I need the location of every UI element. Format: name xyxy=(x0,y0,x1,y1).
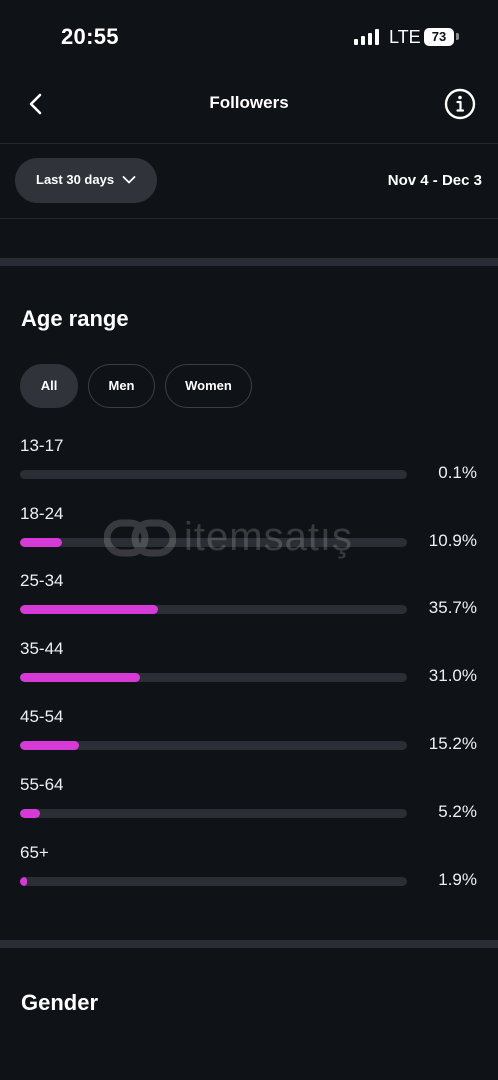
date-range: Nov 4 - Dec 3 xyxy=(387,172,482,189)
battery-icon: 73 xyxy=(424,28,454,46)
bar-fill xyxy=(20,605,159,614)
bar-fill xyxy=(20,673,140,682)
age-label: 13-17 xyxy=(20,436,64,455)
section-divider xyxy=(0,258,498,266)
battery-cap xyxy=(456,33,459,40)
info-button[interactable] xyxy=(443,87,477,121)
followers-insights-screen: 20:55 LTE 73 Followers Last 30 days Nov … xyxy=(0,0,498,1080)
section-divider xyxy=(0,940,498,948)
page-title: Followers xyxy=(209,93,289,112)
bar-fill xyxy=(20,809,41,818)
info-icon xyxy=(444,88,476,120)
chip-men[interactable]: Men xyxy=(88,364,155,408)
age-label: 55-64 xyxy=(20,775,64,794)
bar-track xyxy=(20,877,407,886)
age-label: 65+ xyxy=(20,843,49,862)
age-percent: 5.2% xyxy=(438,802,477,821)
age-label: 18-24 xyxy=(20,504,64,523)
bar-fill xyxy=(20,538,63,547)
network-type: LTE xyxy=(389,27,421,47)
age-row: 65+ 1.9% xyxy=(0,843,498,903)
bar-track xyxy=(20,809,407,818)
bar-track xyxy=(20,741,407,750)
chip-all[interactable]: All xyxy=(20,364,78,408)
age-percent: 0.1% xyxy=(438,463,477,482)
bar-track xyxy=(20,470,407,479)
age-percent: 31.0% xyxy=(428,666,477,685)
period-label: Last 30 days xyxy=(36,172,115,187)
age-percent: 1.9% xyxy=(438,870,477,889)
age-label: 25-34 xyxy=(20,571,64,590)
period-dropdown[interactable]: Last 30 days xyxy=(15,158,157,203)
status-time: 20:55 xyxy=(61,24,119,49)
age-label: 45-54 xyxy=(20,707,64,726)
age-percent: 10.9% xyxy=(428,531,477,550)
signal-strength-icon xyxy=(354,29,380,45)
chip-women[interactable]: Women xyxy=(165,364,252,408)
header-divider xyxy=(0,143,498,144)
age-row: 55-64 5.2% xyxy=(0,775,498,835)
status-bar: 20:55 LTE 73 xyxy=(0,0,498,70)
age-percent: 35.7% xyxy=(428,598,477,617)
age-label: 35-44 xyxy=(20,639,64,658)
age-row: 25-34 35.7% xyxy=(0,571,498,631)
bar-track xyxy=(20,605,407,614)
date-divider xyxy=(0,218,498,219)
age-row: 35-44 31.0% xyxy=(0,639,498,699)
age-row: 45-54 15.2% xyxy=(0,707,498,767)
bar-track xyxy=(20,673,407,682)
chevron-down-icon xyxy=(122,176,136,184)
nav-header: Followers xyxy=(0,78,498,130)
watermark-text: itemsatış xyxy=(184,515,354,559)
gender-title: Gender xyxy=(21,990,99,1015)
chain-link-icon xyxy=(104,519,176,557)
age-percent: 15.2% xyxy=(428,734,477,753)
age-range-title: Age range xyxy=(21,306,129,331)
watermark-logo: itemsatış xyxy=(104,515,394,565)
bar-fill xyxy=(20,741,79,750)
bar-fill xyxy=(20,877,28,886)
age-row: 13-17 0.1% xyxy=(0,436,498,496)
